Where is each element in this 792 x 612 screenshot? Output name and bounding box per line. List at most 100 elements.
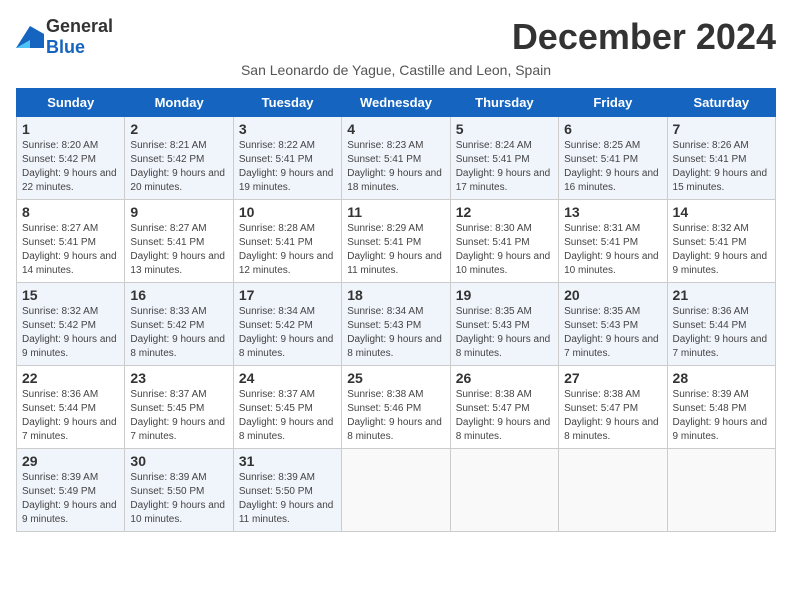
logo-general: General <box>46 16 113 36</box>
day-number: 24 <box>239 370 336 386</box>
calendar-cell: 19 Sunrise: 8:35 AM Sunset: 5:43 PM Dayl… <box>450 283 558 366</box>
day-sunset: Sunset: 5:42 PM <box>22 154 96 165</box>
col-friday: Friday <box>559 89 667 117</box>
day-sunrise: Sunrise: 8:39 AM <box>22 472 98 483</box>
day-sunrise: Sunrise: 8:36 AM <box>22 389 98 400</box>
header: General Blue December 2024 <box>16 16 776 58</box>
calendar-cell: 30 Sunrise: 8:39 AM Sunset: 5:50 PM Dayl… <box>125 449 233 532</box>
calendar-cell: 17 Sunrise: 8:34 AM Sunset: 5:42 PM Dayl… <box>233 283 341 366</box>
day-daylight: Daylight: 9 hours and 8 minutes. <box>239 417 334 442</box>
day-sunrise: Sunrise: 8:39 AM <box>130 472 206 483</box>
day-daylight: Daylight: 9 hours and 8 minutes. <box>456 417 551 442</box>
col-tuesday: Tuesday <box>233 89 341 117</box>
calendar-table: Sunday Monday Tuesday Wednesday Thursday… <box>16 88 776 532</box>
day-daylight: Daylight: 9 hours and 9 minutes. <box>673 417 768 442</box>
day-daylight: Daylight: 9 hours and 9 minutes. <box>22 334 117 359</box>
day-number: 15 <box>22 287 119 303</box>
calendar-week-4: 22 Sunrise: 8:36 AM Sunset: 5:44 PM Dayl… <box>17 366 776 449</box>
day-number: 31 <box>239 453 336 469</box>
day-number: 2 <box>130 121 227 137</box>
day-sunset: Sunset: 5:47 PM <box>456 403 530 414</box>
day-sunset: Sunset: 5:44 PM <box>673 320 747 331</box>
day-number: 12 <box>456 204 553 220</box>
day-sunrise: Sunrise: 8:39 AM <box>673 389 749 400</box>
calendar-cell: 13 Sunrise: 8:31 AM Sunset: 5:41 PM Dayl… <box>559 200 667 283</box>
day-sunset: Sunset: 5:42 PM <box>239 320 313 331</box>
day-sunset: Sunset: 5:43 PM <box>347 320 421 331</box>
day-sunset: Sunset: 5:45 PM <box>130 403 204 414</box>
day-number: 7 <box>673 121 770 137</box>
day-sunset: Sunset: 5:41 PM <box>239 237 313 248</box>
day-sunrise: Sunrise: 8:37 AM <box>130 389 206 400</box>
day-sunrise: Sunrise: 8:32 AM <box>673 223 749 234</box>
day-number: 6 <box>564 121 661 137</box>
day-daylight: Daylight: 9 hours and 8 minutes. <box>130 334 225 359</box>
calendar-cell: 25 Sunrise: 8:38 AM Sunset: 5:46 PM Dayl… <box>342 366 450 449</box>
logo-area: General Blue <box>16 16 113 58</box>
day-sunrise: Sunrise: 8:21 AM <box>130 140 206 151</box>
calendar-week-2: 8 Sunrise: 8:27 AM Sunset: 5:41 PM Dayli… <box>17 200 776 283</box>
day-sunrise: Sunrise: 8:38 AM <box>456 389 532 400</box>
day-number: 4 <box>347 121 444 137</box>
day-sunrise: Sunrise: 8:20 AM <box>22 140 98 151</box>
day-sunset: Sunset: 5:42 PM <box>130 320 204 331</box>
calendar-cell <box>559 449 667 532</box>
day-sunset: Sunset: 5:41 PM <box>673 237 747 248</box>
calendar-cell: 7 Sunrise: 8:26 AM Sunset: 5:41 PM Dayli… <box>667 117 775 200</box>
logo-text: General Blue <box>46 16 113 58</box>
calendar-cell: 18 Sunrise: 8:34 AM Sunset: 5:43 PM Dayl… <box>342 283 450 366</box>
day-sunrise: Sunrise: 8:22 AM <box>239 140 315 151</box>
day-sunset: Sunset: 5:41 PM <box>456 154 530 165</box>
day-daylight: Daylight: 9 hours and 11 minutes. <box>347 251 442 276</box>
day-number: 9 <box>130 204 227 220</box>
calendar-cell <box>667 449 775 532</box>
day-sunrise: Sunrise: 8:34 AM <box>347 306 423 317</box>
day-daylight: Daylight: 9 hours and 16 minutes. <box>564 168 659 193</box>
calendar-cell: 8 Sunrise: 8:27 AM Sunset: 5:41 PM Dayli… <box>17 200 125 283</box>
day-daylight: Daylight: 9 hours and 8 minutes. <box>456 334 551 359</box>
calendar-cell: 1 Sunrise: 8:20 AM Sunset: 5:42 PM Dayli… <box>17 117 125 200</box>
day-number: 21 <box>673 287 770 303</box>
day-number: 20 <box>564 287 661 303</box>
col-thursday: Thursday <box>450 89 558 117</box>
header-row: Sunday Monday Tuesday Wednesday Thursday… <box>17 89 776 117</box>
day-daylight: Daylight: 9 hours and 8 minutes. <box>239 334 334 359</box>
day-sunrise: Sunrise: 8:35 AM <box>456 306 532 317</box>
day-sunrise: Sunrise: 8:24 AM <box>456 140 532 151</box>
day-sunset: Sunset: 5:43 PM <box>564 320 638 331</box>
day-sunset: Sunset: 5:47 PM <box>564 403 638 414</box>
day-number: 29 <box>22 453 119 469</box>
calendar-cell: 3 Sunrise: 8:22 AM Sunset: 5:41 PM Dayli… <box>233 117 341 200</box>
calendar-cell: 27 Sunrise: 8:38 AM Sunset: 5:47 PM Dayl… <box>559 366 667 449</box>
day-number: 18 <box>347 287 444 303</box>
day-sunset: Sunset: 5:42 PM <box>22 320 96 331</box>
day-sunrise: Sunrise: 8:27 AM <box>130 223 206 234</box>
day-sunrise: Sunrise: 8:28 AM <box>239 223 315 234</box>
day-sunrise: Sunrise: 8:36 AM <box>673 306 749 317</box>
day-sunrise: Sunrise: 8:31 AM <box>564 223 640 234</box>
calendar-cell: 6 Sunrise: 8:25 AM Sunset: 5:41 PM Dayli… <box>559 117 667 200</box>
day-number: 3 <box>239 121 336 137</box>
day-number: 17 <box>239 287 336 303</box>
day-sunset: Sunset: 5:46 PM <box>347 403 421 414</box>
col-wednesday: Wednesday <box>342 89 450 117</box>
page-container: General Blue December 2024 San Leonardo … <box>16 16 776 532</box>
day-sunset: Sunset: 5:41 PM <box>130 237 204 248</box>
day-daylight: Daylight: 9 hours and 8 minutes. <box>564 417 659 442</box>
calendar-cell: 4 Sunrise: 8:23 AM Sunset: 5:41 PM Dayli… <box>342 117 450 200</box>
day-daylight: Daylight: 9 hours and 13 minutes. <box>130 251 225 276</box>
calendar-week-1: 1 Sunrise: 8:20 AM Sunset: 5:42 PM Dayli… <box>17 117 776 200</box>
day-sunset: Sunset: 5:41 PM <box>564 154 638 165</box>
day-daylight: Daylight: 9 hours and 19 minutes. <box>239 168 334 193</box>
day-daylight: Daylight: 9 hours and 8 minutes. <box>347 417 442 442</box>
day-sunset: Sunset: 5:41 PM <box>564 237 638 248</box>
calendar-cell: 24 Sunrise: 8:37 AM Sunset: 5:45 PM Dayl… <box>233 366 341 449</box>
day-daylight: Daylight: 9 hours and 10 minutes. <box>564 251 659 276</box>
day-number: 19 <box>456 287 553 303</box>
day-sunset: Sunset: 5:50 PM <box>130 486 204 497</box>
day-daylight: Daylight: 9 hours and 11 minutes. <box>239 500 334 525</box>
day-sunrise: Sunrise: 8:38 AM <box>564 389 640 400</box>
calendar-week-5: 29 Sunrise: 8:39 AM Sunset: 5:49 PM Dayl… <box>17 449 776 532</box>
day-sunset: Sunset: 5:41 PM <box>456 237 530 248</box>
calendar-cell: 26 Sunrise: 8:38 AM Sunset: 5:47 PM Dayl… <box>450 366 558 449</box>
